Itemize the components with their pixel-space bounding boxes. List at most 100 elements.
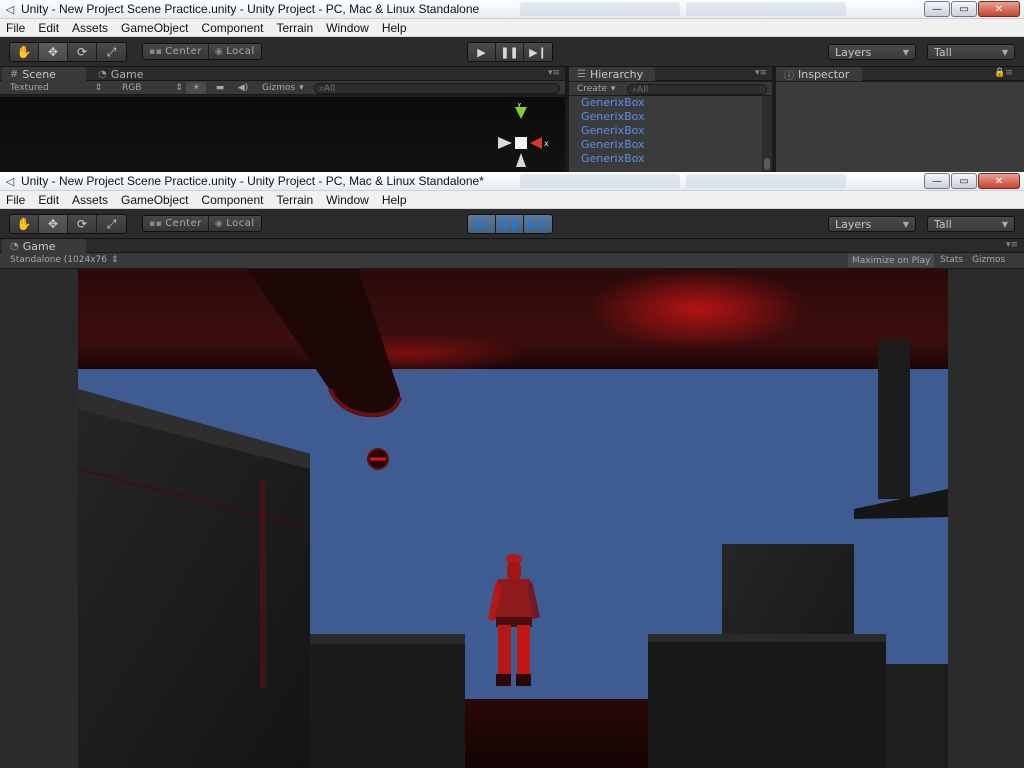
window-title: Unity - New Project Scene Practice.unity…: [21, 174, 484, 188]
gizmo-y-label: y: [517, 103, 522, 108]
layout-dropdown[interactable]: Tall ▼: [927, 44, 1015, 60]
maximize-on-play-toggle[interactable]: Maximize on Play: [848, 254, 935, 267]
tab-hierarchy[interactable]: ☰ Hierarchy: [569, 67, 655, 81]
play-icon[interactable]: ▶: [468, 43, 496, 61]
pivot-local-icon: ◉: [214, 46, 224, 57]
hierarchy-item[interactable]: GenerixBox: [569, 138, 772, 152]
scene-search-input[interactable]: ⌕ All: [314, 83, 560, 94]
crate-right-top: [648, 634, 886, 642]
scale-icon[interactable]: ⤢: [97, 215, 126, 233]
pivot-local-button[interactable]: ◉ Local: [208, 216, 261, 231]
title-bar[interactable]: ◁ Unity - New Project Scene Practice.uni…: [0, 172, 1024, 191]
close-button[interactable]: ✕: [978, 1, 1020, 17]
pivot-center-button[interactable]: ▪▪ Center: [143, 44, 209, 59]
menu-assets[interactable]: Assets: [72, 193, 108, 207]
panel-menu-icon[interactable]: ▾≡: [548, 68, 560, 78]
menu-edit[interactable]: Edit: [38, 21, 59, 35]
render-mode-dropdown[interactable]: Textured ⇕: [10, 82, 102, 94]
menu-file[interactable]: File: [6, 193, 25, 207]
close-button[interactable]: ✕: [978, 173, 1020, 189]
rotate-icon[interactable]: ⟳: [68, 43, 97, 61]
minimize-button[interactable]: —: [924, 1, 950, 17]
menu-terrain[interactable]: Terrain: [276, 193, 313, 207]
panel-menu-icon[interactable]: ▾≡: [1006, 240, 1018, 250]
menu-file[interactable]: File: [6, 21, 25, 35]
tab-inspector[interactable]: ⓘ Inspector: [776, 67, 862, 82]
menu-gameobject[interactable]: GameObject: [121, 193, 188, 207]
gizmos-dropdown[interactable]: Gizmos ▾: [262, 82, 304, 94]
gizmo-neg-z-axis[interactable]: [516, 153, 526, 167]
resolution-dropdown[interactable]: Standalone (1024x76 ⇕: [10, 255, 119, 265]
pivot-center-icon: ▪▪: [149, 46, 163, 57]
gizmo-x-axis[interactable]: [530, 137, 542, 149]
layout-dropdown[interactable]: Tall ▼: [927, 216, 1015, 232]
panel-menu-icon[interactable]: ▾≡: [755, 68, 767, 78]
menu-gameobject[interactable]: GameObject: [121, 21, 188, 35]
hierarchy-item[interactable]: GenerixBox: [569, 110, 772, 124]
tab-game[interactable]: ◔ Game: [90, 67, 151, 81]
dropdown-arrows-icon: ⇕: [111, 255, 119, 265]
hierarchy-item[interactable]: GenerixBox: [569, 96, 772, 110]
menu-window[interactable]: Window: [326, 193, 369, 207]
audio-toggle-icon[interactable]: ◀): [234, 82, 252, 94]
pivot-toggle-group: ▪▪ Center ◉ Local: [142, 43, 262, 60]
move-icon[interactable]: ✥: [39, 43, 68, 61]
orientation-gizmo[interactable]: y x: [490, 103, 560, 167]
transform-tools: ✋ ✥ ⟳ ⤢: [9, 42, 127, 62]
color-mode-dropdown[interactable]: RGB ⇕: [122, 82, 183, 94]
pivot-center-button[interactable]: ▪▪ Center: [143, 216, 209, 231]
title-bar[interactable]: ◁ Unity - New Project Scene Practice.uni…: [0, 0, 1024, 19]
scale-icon[interactable]: ⤢: [97, 43, 126, 61]
maximize-button[interactable]: ▭: [951, 173, 977, 189]
layers-dropdown[interactable]: Layers ▼: [828, 44, 916, 60]
pivot-local-button[interactable]: ◉ Local: [208, 44, 261, 59]
stats-toggle[interactable]: Stats: [940, 255, 963, 265]
move-icon[interactable]: ✥: [39, 215, 68, 233]
menu-help[interactable]: Help: [382, 21, 407, 35]
hand-icon[interactable]: ✋: [10, 43, 39, 61]
scrollbar-thumb[interactable]: [764, 158, 770, 170]
menu-edit[interactable]: Edit: [38, 193, 59, 207]
hierarchy-scrollbar[interactable]: [762, 96, 772, 172]
window-title: Unity - New Project Scene Practice.unity…: [21, 2, 480, 16]
unity-logo-icon: ◁: [5, 3, 15, 16]
tab-scene[interactable]: # Scene: [2, 67, 86, 81]
tab-game[interactable]: ◔ Game: [2, 239, 86, 253]
create-dropdown[interactable]: Create ▾: [577, 83, 615, 95]
pause-icon[interactable]: ❚❚: [496, 43, 524, 61]
game-view[interactable]: [0, 269, 1024, 768]
layers-dropdown[interactable]: Layers ▼: [828, 216, 916, 232]
hand-icon[interactable]: ✋: [10, 215, 39, 233]
gizmos-toggle[interactable]: Gizmos: [972, 255, 1005, 265]
menu-window[interactable]: Window: [326, 21, 369, 35]
play-controls: ▶ ❚❚ ▶❙: [467, 42, 553, 62]
menu-assets[interactable]: Assets: [72, 21, 108, 35]
play-icon[interactable]: ▶: [468, 215, 496, 233]
pivot-local-icon: ◉: [214, 218, 224, 229]
gizmo-y-axis[interactable]: [515, 107, 527, 119]
hierarchy-list-icon: ☰: [577, 68, 586, 80]
menu-terrain[interactable]: Terrain: [276, 21, 313, 35]
chevron-down-icon: ▼: [902, 47, 909, 57]
hierarchy-search-input[interactable]: ⌕ All: [627, 84, 767, 95]
pause-icon[interactable]: ❚❚: [496, 215, 524, 233]
menu-component[interactable]: Component: [201, 21, 263, 35]
hierarchy-item[interactable]: GenerixBox: [569, 124, 772, 138]
image-effects-icon[interactable]: ▬: [210, 82, 230, 94]
gizmo-neg-x-axis[interactable]: [498, 137, 512, 149]
scene-viewport[interactable]: y x: [0, 97, 565, 172]
game-render[interactable]: [78, 269, 948, 768]
panel-tabs: # Scene ◔ Game ▾≡ ☰ Hierarchy ▾≡ ⓘ Inspector…: [0, 67, 1024, 82]
pivot-toggle-group: ▪▪ Center ◉ Local: [142, 215, 262, 232]
menu-help[interactable]: Help: [382, 193, 407, 207]
maximize-button[interactable]: ▭: [951, 1, 977, 17]
menu-component[interactable]: Component: [201, 193, 263, 207]
minimize-button[interactable]: —: [924, 173, 950, 189]
step-icon[interactable]: ▶❙: [524, 43, 552, 61]
step-icon[interactable]: ▶❙: [524, 215, 552, 233]
lighting-toggle-icon[interactable]: ☀: [186, 82, 206, 94]
lock-icon[interactable]: 🔒≡: [994, 68, 1013, 78]
gizmo-center-cube[interactable]: [515, 137, 527, 149]
rotate-icon[interactable]: ⟳: [68, 215, 97, 233]
hierarchy-item[interactable]: GenerixBox: [569, 152, 772, 166]
